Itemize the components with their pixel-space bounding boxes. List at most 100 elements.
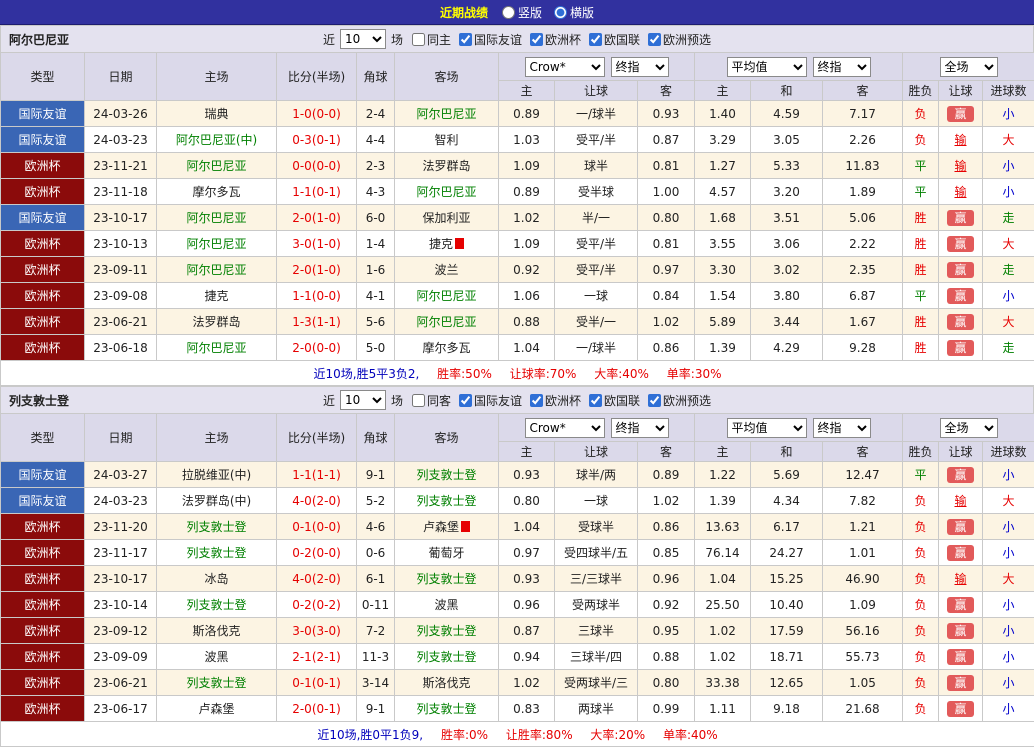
result-handicap[interactable]: 赢: [939, 462, 983, 488]
league-badge[interactable]: 欧洲杯: [1, 696, 85, 722]
scope-select[interactable]: 全场: [940, 418, 998, 438]
league-badge[interactable]: 国际友谊: [1, 488, 85, 514]
league-badge[interactable]: 欧洲杯: [1, 670, 85, 696]
result-handicap[interactable]: 赢: [939, 205, 983, 231]
league-badge[interactable]: 国际友谊: [1, 462, 85, 488]
result-handicap[interactable]: 赢: [939, 101, 983, 127]
away-team-link[interactable]: 列支敦士登: [416, 494, 476, 508]
checkbox-input[interactable]: [412, 33, 425, 46]
home-team-link[interactable]: 阿尔巴尼亚: [186, 159, 246, 173]
checkbox-input[interactable]: [459, 33, 472, 46]
score-cell[interactable]: 2-0(0-0): [277, 335, 357, 361]
odds-stage-select[interactable]: 终指: [611, 57, 669, 77]
scope-select[interactable]: 全场: [940, 57, 998, 77]
score-cell[interactable]: 3-0(1-0): [277, 231, 357, 257]
avg-odds-select[interactable]: 平均值: [727, 418, 807, 438]
league-badge[interactable]: 欧洲杯: [1, 566, 85, 592]
away-team-link[interactable]: 法罗群岛: [422, 159, 470, 173]
home-team-link[interactable]: 法罗群岛(中): [182, 494, 251, 508]
league-badge[interactable]: 欧洲杯: [1, 592, 85, 618]
analysis-icon[interactable]: [461, 521, 470, 532]
league-badge[interactable]: 欧洲杯: [1, 540, 85, 566]
handicap-result-label[interactable]: 赢: [947, 106, 973, 122]
filter-checkbox[interactable]: 欧国联: [589, 31, 640, 48]
handicap-result-label[interactable]: 赢: [947, 314, 973, 330]
filter-checkbox[interactable]: 欧洲杯: [530, 392, 581, 409]
away-team-link[interactable]: 列支敦士登: [416, 624, 476, 638]
home-team-link[interactable]: 列支敦士登: [186, 520, 246, 534]
score-cell[interactable]: 0-3(0-1): [277, 127, 357, 153]
result-handicap[interactable]: 赢: [939, 592, 983, 618]
home-team-link[interactable]: 法罗群岛: [192, 315, 240, 329]
home-team-link[interactable]: 摩尔多瓦: [192, 185, 240, 199]
match-count-select[interactable]: 10: [340, 29, 386, 49]
away-team-link[interactable]: 列支敦士登: [416, 468, 476, 482]
match-count-select[interactable]: 10: [340, 390, 386, 410]
home-team-link[interactable]: 列支敦士登: [186, 546, 246, 560]
score-cell[interactable]: 2-0(0-1): [277, 696, 357, 722]
layout-radio-横版[interactable]: 横版: [554, 4, 594, 21]
result-handicap[interactable]: 赢: [939, 283, 983, 309]
handicap-result-label[interactable]: 输: [954, 572, 966, 586]
handicap-result-label[interactable]: 赢: [947, 649, 973, 665]
score-cell[interactable]: 0-1(0-1): [277, 670, 357, 696]
score-cell[interactable]: 1-0(0-0): [277, 101, 357, 127]
away-team-link[interactable]: 捷克: [429, 237, 453, 251]
league-badge[interactable]: 欧洲杯: [1, 514, 85, 540]
avg-stage-select[interactable]: 终指: [813, 418, 871, 438]
handicap-result-label[interactable]: 赢: [947, 210, 973, 226]
filter-checkbox[interactable]: 国际友谊: [459, 392, 522, 409]
result-handicap[interactable]: 赢: [939, 335, 983, 361]
score-cell[interactable]: 1-3(1-1): [277, 309, 357, 335]
away-team-link[interactable]: 阿尔巴尼亚: [416, 185, 476, 199]
handicap-result-label[interactable]: 赢: [947, 288, 973, 304]
result-handicap[interactable]: 输: [939, 179, 983, 205]
home-team-link[interactable]: 阿尔巴尼亚: [186, 341, 246, 355]
away-team-link[interactable]: 摩尔多瓦: [422, 341, 470, 355]
handicap-result-label[interactable]: 赢: [947, 519, 973, 535]
home-team-link[interactable]: 瑞典: [204, 107, 228, 121]
filter-checkbox[interactable]: 欧洲杯: [530, 31, 581, 48]
handicap-result-label[interactable]: 赢: [947, 262, 973, 278]
score-cell[interactable]: 1-1(0-0): [277, 283, 357, 309]
team-name[interactable]: 阿尔巴尼亚: [9, 31, 69, 48]
score-cell[interactable]: 1-1(0-1): [277, 179, 357, 205]
odds-provider-select[interactable]: Crow*: [525, 418, 605, 438]
result-handicap[interactable]: 赢: [939, 257, 983, 283]
home-team-link[interactable]: 阿尔巴尼亚(中): [176, 133, 257, 147]
result-handicap[interactable]: 赢: [939, 514, 983, 540]
layout-radio-竖版[interactable]: 竖版: [502, 4, 542, 21]
home-team-link[interactable]: 拉脱维亚(中): [182, 468, 251, 482]
score-cell[interactable]: 2-1(2-1): [277, 644, 357, 670]
home-team-link[interactable]: 列支敦士登: [186, 676, 246, 690]
handicap-result-label[interactable]: 赢: [947, 597, 973, 613]
checkbox-input[interactable]: [459, 394, 472, 407]
league-badge[interactable]: 欧洲杯: [1, 618, 85, 644]
checkbox-input[interactable]: [589, 394, 602, 407]
league-badge[interactable]: 欧洲杯: [1, 153, 85, 179]
league-badge[interactable]: 国际友谊: [1, 127, 85, 153]
checkbox-input[interactable]: [530, 33, 543, 46]
result-handicap[interactable]: 赢: [939, 644, 983, 670]
handicap-result-label[interactable]: 赢: [947, 623, 973, 639]
result-handicap[interactable]: 赢: [939, 231, 983, 257]
result-handicap[interactable]: 赢: [939, 309, 983, 335]
handicap-result-label[interactable]: 赢: [947, 340, 973, 356]
away-team-link[interactable]: 列支敦士登: [416, 650, 476, 664]
result-handicap[interactable]: 输: [939, 566, 983, 592]
league-badge[interactable]: 欧洲杯: [1, 335, 85, 361]
away-team-link[interactable]: 保加利亚: [422, 211, 470, 225]
home-team-link[interactable]: 阿尔巴尼亚: [186, 263, 246, 277]
team-name[interactable]: 列支敦士登: [9, 392, 69, 409]
home-team-link[interactable]: 卢森堡: [198, 702, 234, 716]
radio-input[interactable]: [502, 6, 515, 19]
league-badge[interactable]: 欧洲杯: [1, 309, 85, 335]
handicap-result-label[interactable]: 赢: [947, 675, 973, 691]
home-team-link[interactable]: 波黑: [204, 650, 228, 664]
filter-checkbox[interactable]: 国际友谊: [459, 31, 522, 48]
score-cell[interactable]: 2-0(1-0): [277, 205, 357, 231]
handicap-result-label[interactable]: 赢: [947, 236, 973, 252]
league-badge[interactable]: 国际友谊: [1, 101, 85, 127]
score-cell[interactable]: 0-0(0-0): [277, 153, 357, 179]
score-cell[interactable]: 2-0(1-0): [277, 257, 357, 283]
